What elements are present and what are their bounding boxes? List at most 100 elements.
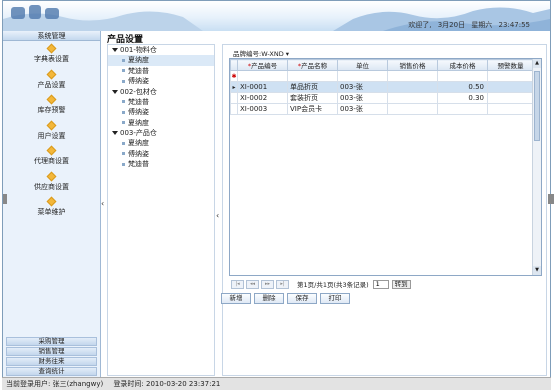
new-cell[interactable] <box>237 70 288 82</box>
table-row[interactable]: XI-0003 VIP会员卡 003-张 <box>230 103 534 115</box>
banner-datetime: 欢迎了, 3月20日 星期六 23:47:55 <box>404 20 530 30</box>
tree-leaf[interactable]: 傅纳姿 <box>108 107 214 118</box>
right-edge-handle[interactable] <box>548 194 554 204</box>
table-cell[interactable] <box>487 81 534 93</box>
module-sales[interactable]: 销售管理 <box>6 347 97 356</box>
column-header[interactable]: *产品名称 <box>287 59 338 71</box>
table-cell[interactable]: 003-张 <box>337 103 388 115</box>
table-cell[interactable]: 003-张 <box>337 92 388 104</box>
table-cell[interactable]: 0.30 <box>437 92 488 104</box>
print-button[interactable]: 打印 <box>320 293 350 304</box>
diamond-icon <box>46 43 57 54</box>
sidebar-item-product[interactable]: 产品设置 <box>3 67 100 93</box>
table-cell[interactable]: VIP会员卡 <box>287 103 338 115</box>
save-button[interactable]: 保存 <box>287 293 317 304</box>
table-cell[interactable]: XI-0002 <box>237 92 288 104</box>
sidebar-module-list: 采购管理 销售管理 财务往来 查询统计 <box>3 336 100 377</box>
product-panel: 品牌编号:W-XND ▾ *产品编号 *产品名称 单位 销售价格 成本价格 预警… <box>222 44 547 376</box>
table-row[interactable]: ▸ XI-0001 单品折页 003-张 0.50 <box>230 81 534 93</box>
table-row[interactable]: XI-0002 套装折页 003-张 0.30 <box>230 92 534 104</box>
column-label: 产品名称 <box>301 62 328 70</box>
table-cell[interactable] <box>387 81 438 93</box>
go-page-button[interactable]: 转到 <box>391 279 411 289</box>
brand-filter[interactable]: 品牌编号:W-XND ▾ <box>233 48 289 58</box>
new-cell[interactable] <box>287 70 338 82</box>
diamond-icon <box>46 69 57 79</box>
module-query[interactable]: 查询统计 <box>6 367 97 376</box>
sidebar-item-menu[interactable]: 菜单维护 <box>3 194 100 220</box>
new-cell[interactable] <box>437 70 488 82</box>
tree-node-label: 001-物料仓 <box>120 46 157 54</box>
column-header[interactable]: 单位 <box>337 59 388 71</box>
table-cell[interactable] <box>487 103 534 115</box>
new-cell[interactable] <box>487 70 534 82</box>
table-cell[interactable]: 单品折页 <box>287 81 338 93</box>
first-page-button[interactable]: |◂ <box>231 279 244 289</box>
sidebar-item-dictionary[interactable]: 字典表设置 <box>3 41 100 67</box>
module-purchase[interactable]: 采购管理 <box>6 337 97 346</box>
grid-scrollbar[interactable]: ▲ ▼ <box>532 59 541 275</box>
brand-filter-value: W-XND <box>261 50 284 58</box>
table-cell[interactable]: 0.50 <box>437 81 488 93</box>
sidebar-item-suppliers[interactable]: 供应商设置 <box>3 169 100 195</box>
expand-icon <box>112 48 118 52</box>
table-cell[interactable] <box>387 92 438 104</box>
row-header <box>230 103 238 115</box>
scroll-down-icon[interactable]: ▼ <box>533 266 541 275</box>
tree-node-warehouse-1[interactable]: 001-物料仓 <box>108 45 214 55</box>
tree-leaf[interactable]: 夏纳度 <box>108 55 214 66</box>
add-button[interactable]: 新增 <box>221 293 251 304</box>
last-page-button[interactable]: ▸| <box>276 279 289 289</box>
table-cell[interactable] <box>437 103 488 115</box>
table-cell[interactable]: XI-0003 <box>237 103 288 115</box>
column-header[interactable]: *产品编号 <box>237 59 288 71</box>
leaf-icon <box>122 110 125 114</box>
table-cell[interactable]: XI-0001 <box>237 81 288 93</box>
next-page-button[interactable]: ▸▸ <box>261 279 274 289</box>
sidebar-title[interactable]: 系统管理 <box>3 31 100 41</box>
table-cell[interactable] <box>487 92 534 104</box>
table-cell[interactable]: 套装折页 <box>287 92 338 104</box>
tree-leaf-label: 傅纳姿 <box>128 149 149 158</box>
tree-leaf[interactable]: 梵迪普 <box>108 159 214 170</box>
leaf-icon <box>122 152 125 155</box>
tree-node-warehouse-3[interactable]: 003-产品仓 <box>108 128 214 138</box>
tree-leaf[interactable]: 夏纳度 <box>108 118 214 129</box>
dropdown-icon: ▾ <box>285 50 290 58</box>
tree-leaf-label: 夏纳度 <box>128 139 149 147</box>
table-cell[interactable]: 003-张 <box>337 81 388 93</box>
sidebar-item-agents[interactable]: 代理商设置 <box>3 143 100 169</box>
login-time: 登录时间: 2010-03-20 23:37:21 <box>113 380 221 388</box>
new-row[interactable]: ✱ <box>230 70 534 82</box>
tree-leaf[interactable]: 夏纳度 <box>108 138 214 149</box>
tree-node-label: 002-包材仓 <box>120 87 157 96</box>
left-edge-handle[interactable] <box>3 194 7 204</box>
table-cell[interactable] <box>387 103 438 115</box>
scroll-up-icon[interactable]: ▲ <box>533 59 541 68</box>
tree-leaf-label: 梵迪普 <box>128 66 149 75</box>
column-header[interactable]: 成本价格 <box>437 59 488 71</box>
column-header[interactable]: 销售价格 <box>387 59 438 71</box>
sidebar-item-stock-alert[interactable]: 库存预警 <box>3 92 100 118</box>
tree-leaf-label: 夏纳度 <box>128 56 149 64</box>
tree-node-warehouse-2[interactable]: 002-包材仓 <box>108 87 214 97</box>
tree-leaf[interactable]: 梵迪普 <box>108 66 214 77</box>
tree-leaf[interactable]: 傅纳姿 <box>108 76 214 87</box>
scroll-thumb[interactable] <box>534 71 540 141</box>
time: 23:47:55 <box>498 21 530 29</box>
leaf-icon <box>122 141 125 145</box>
prev-page-button[interactable]: ◂◂ <box>246 279 259 289</box>
delete-button[interactable]: 删除 <box>254 293 284 304</box>
tree-leaf[interactable]: 梵迪普 <box>108 97 214 108</box>
column-label: 成本价格 <box>449 62 476 70</box>
module-finance[interactable]: 财务往来 <box>6 357 97 366</box>
new-cell[interactable] <box>387 70 438 82</box>
sidebar-item-users[interactable]: 用户设置 <box>3 118 100 144</box>
tree-leaf[interactable]: 傅纳姿 <box>108 149 214 160</box>
page-number-input[interactable] <box>372 279 389 289</box>
new-cell[interactable] <box>337 70 388 82</box>
current-user: 当前登录用户: 张三(zhangwy) <box>6 380 104 388</box>
tree-leaf-label: 梵迪普 <box>128 97 149 106</box>
column-header[interactable]: 预警数量 <box>487 59 534 71</box>
sidebar-item-label: 代理商设置 <box>34 157 69 165</box>
